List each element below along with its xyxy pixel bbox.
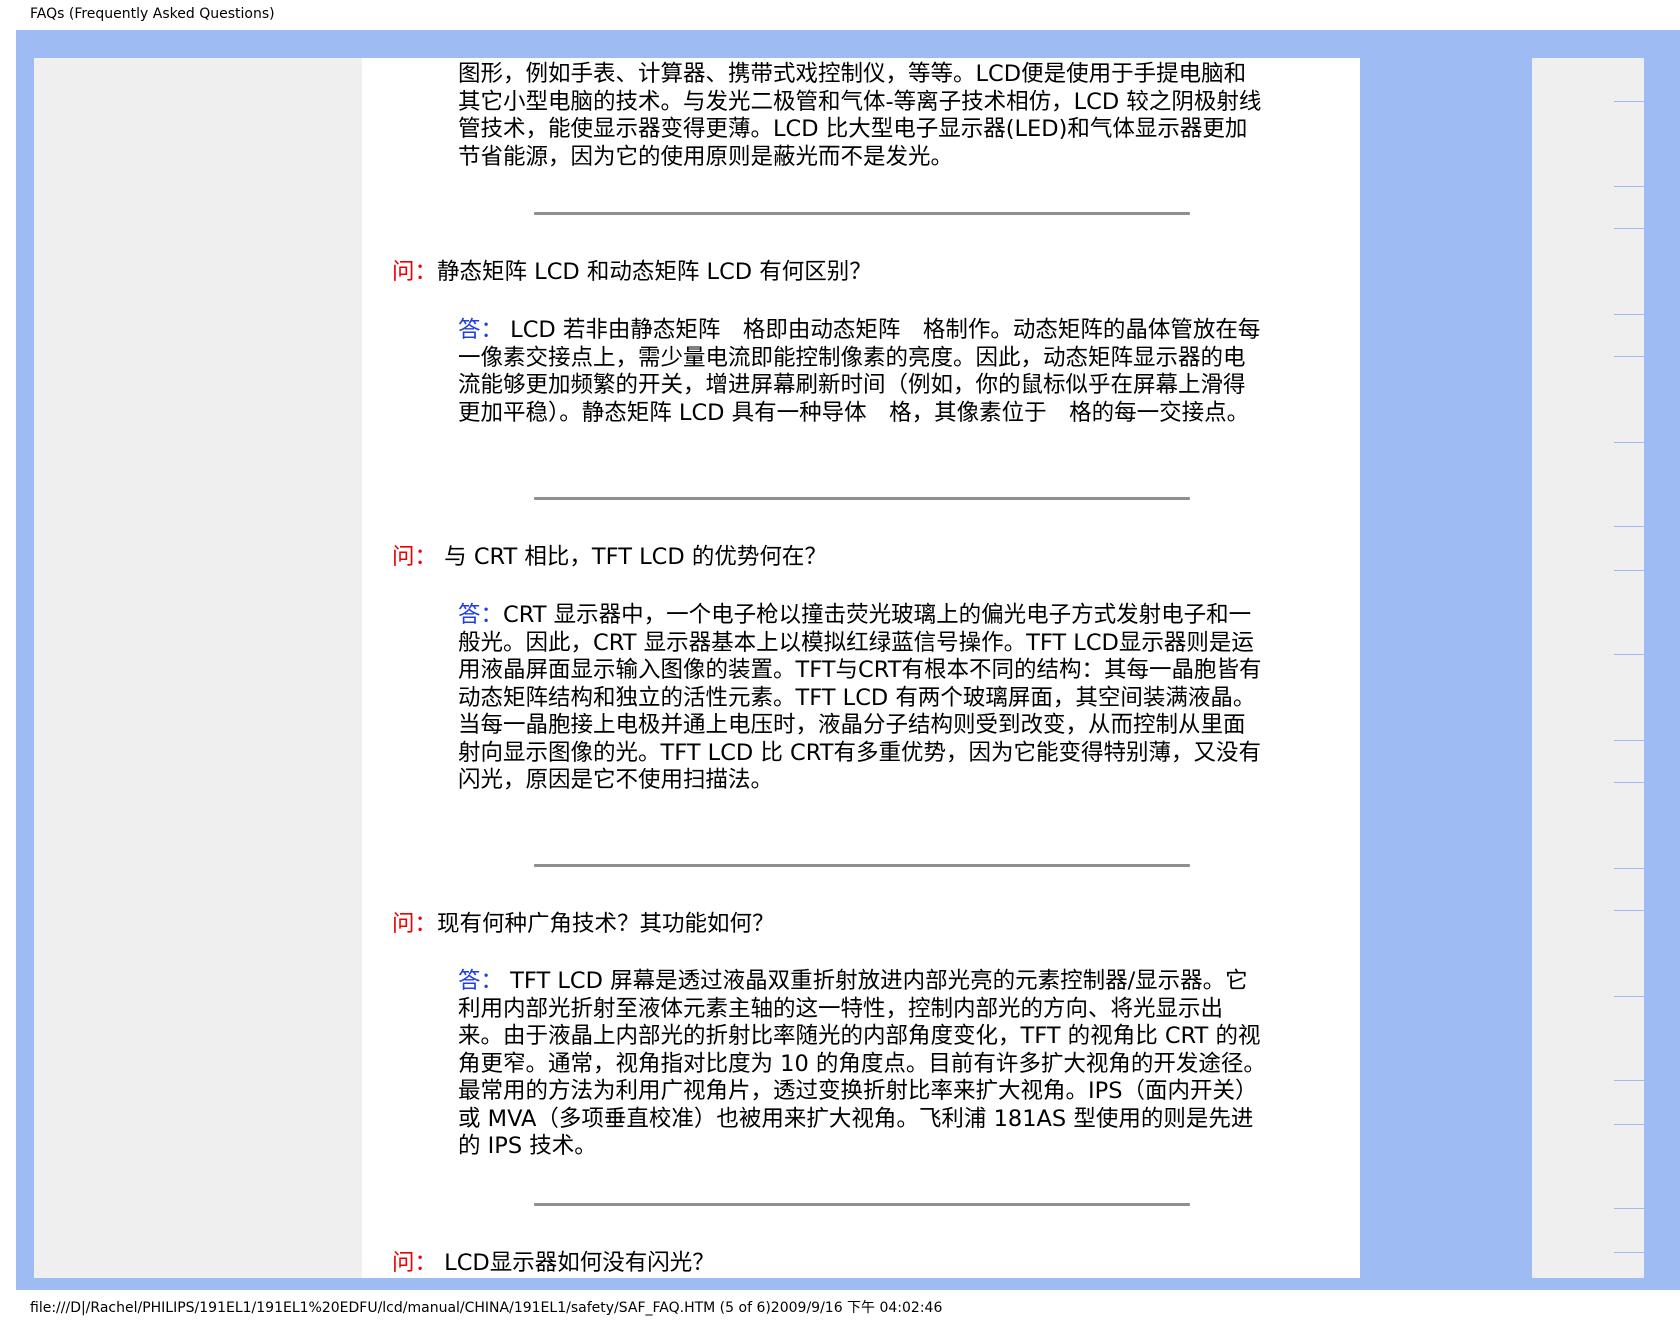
divider-line xyxy=(1614,186,1644,187)
faq-answer-2: 答：CRT 显示器中，一个电子枪以撞击荧光玻璃上的偏光电子方式发射电子和一般光。… xyxy=(458,602,1266,795)
divider-line xyxy=(1614,1080,1644,1081)
section-divider xyxy=(534,864,1190,867)
divider-line xyxy=(1614,228,1644,229)
divider-line xyxy=(1614,101,1644,102)
divider-line xyxy=(1614,910,1644,911)
answer-text: TFT LCD 屏幕是透过液晶双重折射放进内部光亮的元素控制器/显示器。它利用内… xyxy=(458,968,1266,1159)
section-divider xyxy=(534,1203,1190,1206)
divider-line xyxy=(1614,654,1644,655)
faq-answer-1: 答： LCD 若非由静态矩阵 格即由动态矩阵 格制作。动态矩阵的晶体管放在每一像… xyxy=(458,317,1266,427)
answer-label: 答： xyxy=(458,968,504,994)
section-divider xyxy=(534,212,1190,215)
question-text: 现有何种广角技术？其功能如何？ xyxy=(437,911,775,937)
answer-text: CRT 显示器中，一个电子枪以撞击荧光玻璃上的偏光电子方式发射电子和一般光。因此… xyxy=(458,602,1262,793)
print-header-title: FAQs (Frequently Asked Questions) xyxy=(30,6,275,22)
divider-line xyxy=(1614,1208,1644,1209)
answer-label: 答： xyxy=(458,317,504,343)
question-label: 问： xyxy=(392,911,438,937)
divider-line xyxy=(1614,996,1644,997)
intro-paragraph: 图形，例如手表、计算器、携带式戏控制仪，等等。LCD便是使用于手提电脑和其它小型… xyxy=(458,61,1262,170)
faq-answer-3: 答： TFT LCD 屏幕是透过液晶双重折射放进内部光亮的元素控制器/显示器。它… xyxy=(458,968,1266,1161)
divider-line xyxy=(1614,314,1644,315)
question-text: 与 CRT 相比，TFT LCD 的优势何在？ xyxy=(437,544,827,570)
answer-label: 答： xyxy=(458,602,504,628)
faq-question-3: 问：现有何种广角技术？其功能如何？ xyxy=(392,910,775,938)
question-label: 问： xyxy=(392,544,438,570)
answer-text: LCD 若非由静态矩阵 格即由动态矩阵 格制作。动态矩阵的晶体管放在每一像素交接… xyxy=(458,317,1261,426)
left-sidebar-panel xyxy=(34,58,362,1278)
faq-content: 图形，例如手表、计算器、携带式戏控制仪，等等。LCD便是使用于手提电脑和其它小型… xyxy=(362,58,1360,1278)
right-gap xyxy=(1360,58,1532,1278)
question-text: LCD显示器如何没有闪光？ xyxy=(437,1250,715,1276)
divider-line xyxy=(1614,356,1644,357)
divider-line xyxy=(1614,570,1644,571)
divider-line xyxy=(1614,526,1644,527)
faq-question-2: 问： 与 CRT 相比，TFT LCD 的优势何在？ xyxy=(392,543,827,571)
faq-question-1: 问：静态矩阵 LCD 和动态矩阵 LCD 有何区别？ xyxy=(392,258,872,286)
divider-line xyxy=(1614,782,1644,783)
section-divider xyxy=(534,497,1190,500)
divider-line xyxy=(1614,740,1644,741)
divider-line xyxy=(1614,442,1644,443)
divider-line xyxy=(1614,1124,1644,1125)
question-label: 问： xyxy=(392,259,438,285)
question-text: 静态矩阵 LCD 和动态矩阵 LCD 有何区别？ xyxy=(437,259,872,285)
faq-question-4: 问： LCD显示器如何没有闪光？ xyxy=(392,1249,715,1277)
print-footer-path: file:///D|/Rachel/PHILIPS/191EL1/191EL1%… xyxy=(30,1300,943,1316)
divider-line xyxy=(1614,868,1644,869)
divider-line xyxy=(1614,1252,1644,1253)
right-sidebar-dividers xyxy=(1614,58,1644,1278)
question-label: 问： xyxy=(392,1250,438,1276)
